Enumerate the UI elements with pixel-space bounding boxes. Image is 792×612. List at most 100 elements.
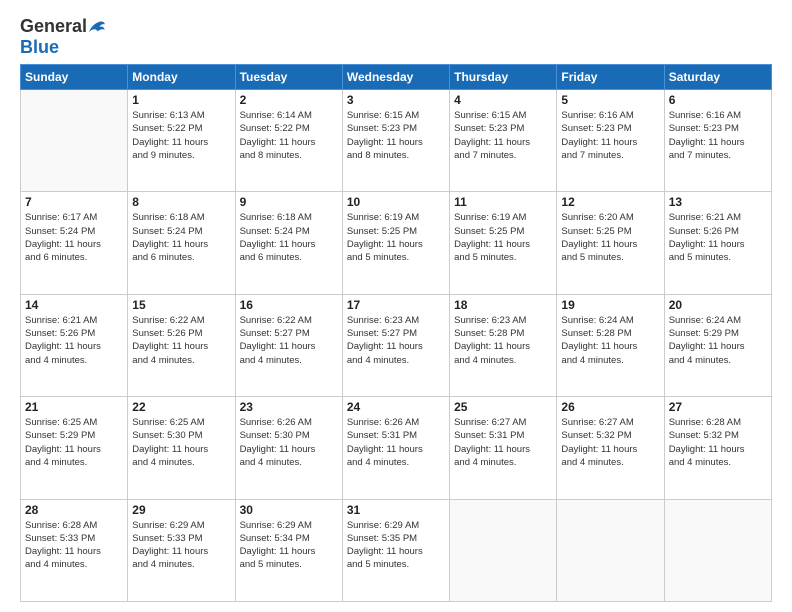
calendar-cell: 20 Sunrise: 6:24 AM Sunset: 5:29 PM Dayli… [664, 294, 771, 396]
calendar-cell: 23Sunrise: 6:26 AM Sunset: 5:30 PM Dayli… [235, 397, 342, 499]
calendar-header-row: SundayMondayTuesdayWednesdayThursdayFrid… [21, 65, 772, 90]
day-number: 27 [669, 400, 767, 414]
day-number: 9 [240, 195, 338, 209]
calendar-cell: 8 Sunrise: 6:18 AM Sunset: 5:24 PM Daylig… [128, 192, 235, 294]
day-info: Sunrise: 6:23 AM Sunset: 5:28 PM Dayligh… [454, 314, 552, 367]
calendar-cell: 26Sunrise: 6:27 AM Sunset: 5:32 PM Dayli… [557, 397, 664, 499]
calendar-week-row: 14Sunrise: 6:21 AM Sunset: 5:26 PM Dayli… [21, 294, 772, 396]
day-number: 21 [25, 400, 123, 414]
day-info: Sunrise: 6:21 AM Sunset: 5:26 PM Dayligh… [25, 314, 123, 367]
day-info: Sunrise: 6:29 AM Sunset: 5:35 PM Dayligh… [347, 519, 445, 572]
day-number: 24 [347, 400, 445, 414]
day-info: Sunrise: 6:16 AM Sunset: 5:23 PM Dayligh… [561, 109, 659, 162]
page: GeneralBlue SundayMondayTuesdayWednesday… [0, 0, 792, 612]
day-number: 26 [561, 400, 659, 414]
calendar-cell: 19 Sunrise: 6:24 AM Sunset: 5:28 PM Dayli… [557, 294, 664, 396]
day-info: Sunrise: 6:13 AM Sunset: 5:22 PM Dayligh… [132, 109, 230, 162]
day-number: 13 [669, 195, 767, 209]
day-header-saturday: Saturday [664, 65, 771, 90]
day-info: Sunrise: 6:18 AM Sunset: 5:24 PM Dayligh… [240, 211, 338, 264]
calendar-cell: 13 Sunrise: 6:21 AM Sunset: 5:26 PM Dayli… [664, 192, 771, 294]
day-info: Sunrise: 6:25 AM Sunset: 5:30 PM Dayligh… [132, 416, 230, 469]
day-info: Sunrise: 6:24 AM Sunset: 5:29 PM Dayligh… [669, 314, 767, 367]
day-number: 7 [25, 195, 123, 209]
day-info: Sunrise: 6:29 AM Sunset: 5:33 PM Dayligh… [132, 519, 230, 572]
calendar-cell: 2 Sunrise: 6:14 AM Sunset: 5:22 PM Daylig… [235, 90, 342, 192]
calendar-cell: 5 Sunrise: 6:16 AM Sunset: 5:23 PM Daylig… [557, 90, 664, 192]
day-header-wednesday: Wednesday [342, 65, 449, 90]
calendar-cell: 15 Sunrise: 6:22 AM Sunset: 5:26 PM Dayli… [128, 294, 235, 396]
calendar-week-row: 1 Sunrise: 6:13 AM Sunset: 5:22 PM Daylig… [21, 90, 772, 192]
calendar-cell: 17 Sunrise: 6:23 AM Sunset: 5:27 PM Dayli… [342, 294, 449, 396]
day-info: Sunrise: 6:24 AM Sunset: 5:28 PM Dayligh… [561, 314, 659, 367]
day-header-thursday: Thursday [450, 65, 557, 90]
day-number: 1 [132, 93, 230, 107]
logo-blue: Blue [20, 37, 59, 57]
calendar-cell [21, 90, 128, 192]
calendar-cell: 25Sunrise: 6:27 AM Sunset: 5:31 PM Dayli… [450, 397, 557, 499]
calendar-cell: 18 Sunrise: 6:23 AM Sunset: 5:28 PM Dayli… [450, 294, 557, 396]
logo: GeneralBlue [20, 16, 105, 58]
header: GeneralBlue [20, 16, 772, 58]
day-number: 16 [240, 298, 338, 312]
day-info: Sunrise: 6:15 AM Sunset: 5:23 PM Dayligh… [454, 109, 552, 162]
calendar-cell: 21 Sunrise: 6:25 AM Sunset: 5:29 PM Dayli… [21, 397, 128, 499]
day-info: Sunrise: 6:21 AM Sunset: 5:26 PM Dayligh… [669, 211, 767, 264]
day-header-monday: Monday [128, 65, 235, 90]
calendar-cell: 12Sunrise: 6:20 AM Sunset: 5:25 PM Dayli… [557, 192, 664, 294]
calendar-cell [664, 499, 771, 601]
day-number: 23 [240, 400, 338, 414]
logo-bird-icon [87, 20, 105, 34]
day-number: 11 [454, 195, 552, 209]
day-number: 18 [454, 298, 552, 312]
calendar-cell [557, 499, 664, 601]
day-number: 30 [240, 503, 338, 517]
day-info: Sunrise: 6:18 AM Sunset: 5:24 PM Dayligh… [132, 211, 230, 264]
logo-text: GeneralBlue [20, 16, 105, 58]
day-number: 22 [132, 400, 230, 414]
calendar-cell: 6Sunrise: 6:16 AM Sunset: 5:23 PM Daylig… [664, 90, 771, 192]
day-number: 19 [561, 298, 659, 312]
calendar-week-row: 21 Sunrise: 6:25 AM Sunset: 5:29 PM Dayli… [21, 397, 772, 499]
day-info: Sunrise: 6:14 AM Sunset: 5:22 PM Dayligh… [240, 109, 338, 162]
day-number: 31 [347, 503, 445, 517]
calendar-week-row: 7 Sunrise: 6:17 AM Sunset: 5:24 PM Daylig… [21, 192, 772, 294]
calendar-cell [450, 499, 557, 601]
day-info: Sunrise: 6:23 AM Sunset: 5:27 PM Dayligh… [347, 314, 445, 367]
calendar-cell: 4Sunrise: 6:15 AM Sunset: 5:23 PM Daylig… [450, 90, 557, 192]
day-info: Sunrise: 6:17 AM Sunset: 5:24 PM Dayligh… [25, 211, 123, 264]
day-info: Sunrise: 6:19 AM Sunset: 5:25 PM Dayligh… [347, 211, 445, 264]
day-number: 3 [347, 93, 445, 107]
day-number: 17 [347, 298, 445, 312]
day-number: 29 [132, 503, 230, 517]
day-info: Sunrise: 6:25 AM Sunset: 5:29 PM Dayligh… [25, 416, 123, 469]
day-number: 20 [669, 298, 767, 312]
day-info: Sunrise: 6:19 AM Sunset: 5:25 PM Dayligh… [454, 211, 552, 264]
day-number: 2 [240, 93, 338, 107]
calendar-cell: 28Sunrise: 6:28 AM Sunset: 5:33 PM Dayli… [21, 499, 128, 601]
day-header-sunday: Sunday [21, 65, 128, 90]
day-header-friday: Friday [557, 65, 664, 90]
calendar-week-row: 28Sunrise: 6:28 AM Sunset: 5:33 PM Dayli… [21, 499, 772, 601]
calendar-cell: 7 Sunrise: 6:17 AM Sunset: 5:24 PM Daylig… [21, 192, 128, 294]
day-number: 15 [132, 298, 230, 312]
calendar-cell: 22 Sunrise: 6:25 AM Sunset: 5:30 PM Dayli… [128, 397, 235, 499]
day-info: Sunrise: 6:28 AM Sunset: 5:32 PM Dayligh… [669, 416, 767, 469]
day-number: 8 [132, 195, 230, 209]
day-number: 5 [561, 93, 659, 107]
day-info: Sunrise: 6:29 AM Sunset: 5:34 PM Dayligh… [240, 519, 338, 572]
day-number: 10 [347, 195, 445, 209]
day-info: Sunrise: 6:20 AM Sunset: 5:25 PM Dayligh… [561, 211, 659, 264]
day-info: Sunrise: 6:22 AM Sunset: 5:26 PM Dayligh… [132, 314, 230, 367]
logo-general: General [20, 16, 87, 37]
calendar-cell: 3 Sunrise: 6:15 AM Sunset: 5:23 PM Daylig… [342, 90, 449, 192]
day-info: Sunrise: 6:15 AM Sunset: 5:23 PM Dayligh… [347, 109, 445, 162]
calendar-table: SundayMondayTuesdayWednesdayThursdayFrid… [20, 64, 772, 602]
calendar-cell: 11 Sunrise: 6:19 AM Sunset: 5:25 PM Dayli… [450, 192, 557, 294]
day-number: 25 [454, 400, 552, 414]
day-number: 28 [25, 503, 123, 517]
calendar-cell: 14Sunrise: 6:21 AM Sunset: 5:26 PM Dayli… [21, 294, 128, 396]
calendar-cell: 31 Sunrise: 6:29 AM Sunset: 5:35 PM Dayli… [342, 499, 449, 601]
calendar-cell: 16Sunrise: 6:22 AM Sunset: 5:27 PM Dayli… [235, 294, 342, 396]
calendar-cell: 10 Sunrise: 6:19 AM Sunset: 5:25 PM Dayli… [342, 192, 449, 294]
